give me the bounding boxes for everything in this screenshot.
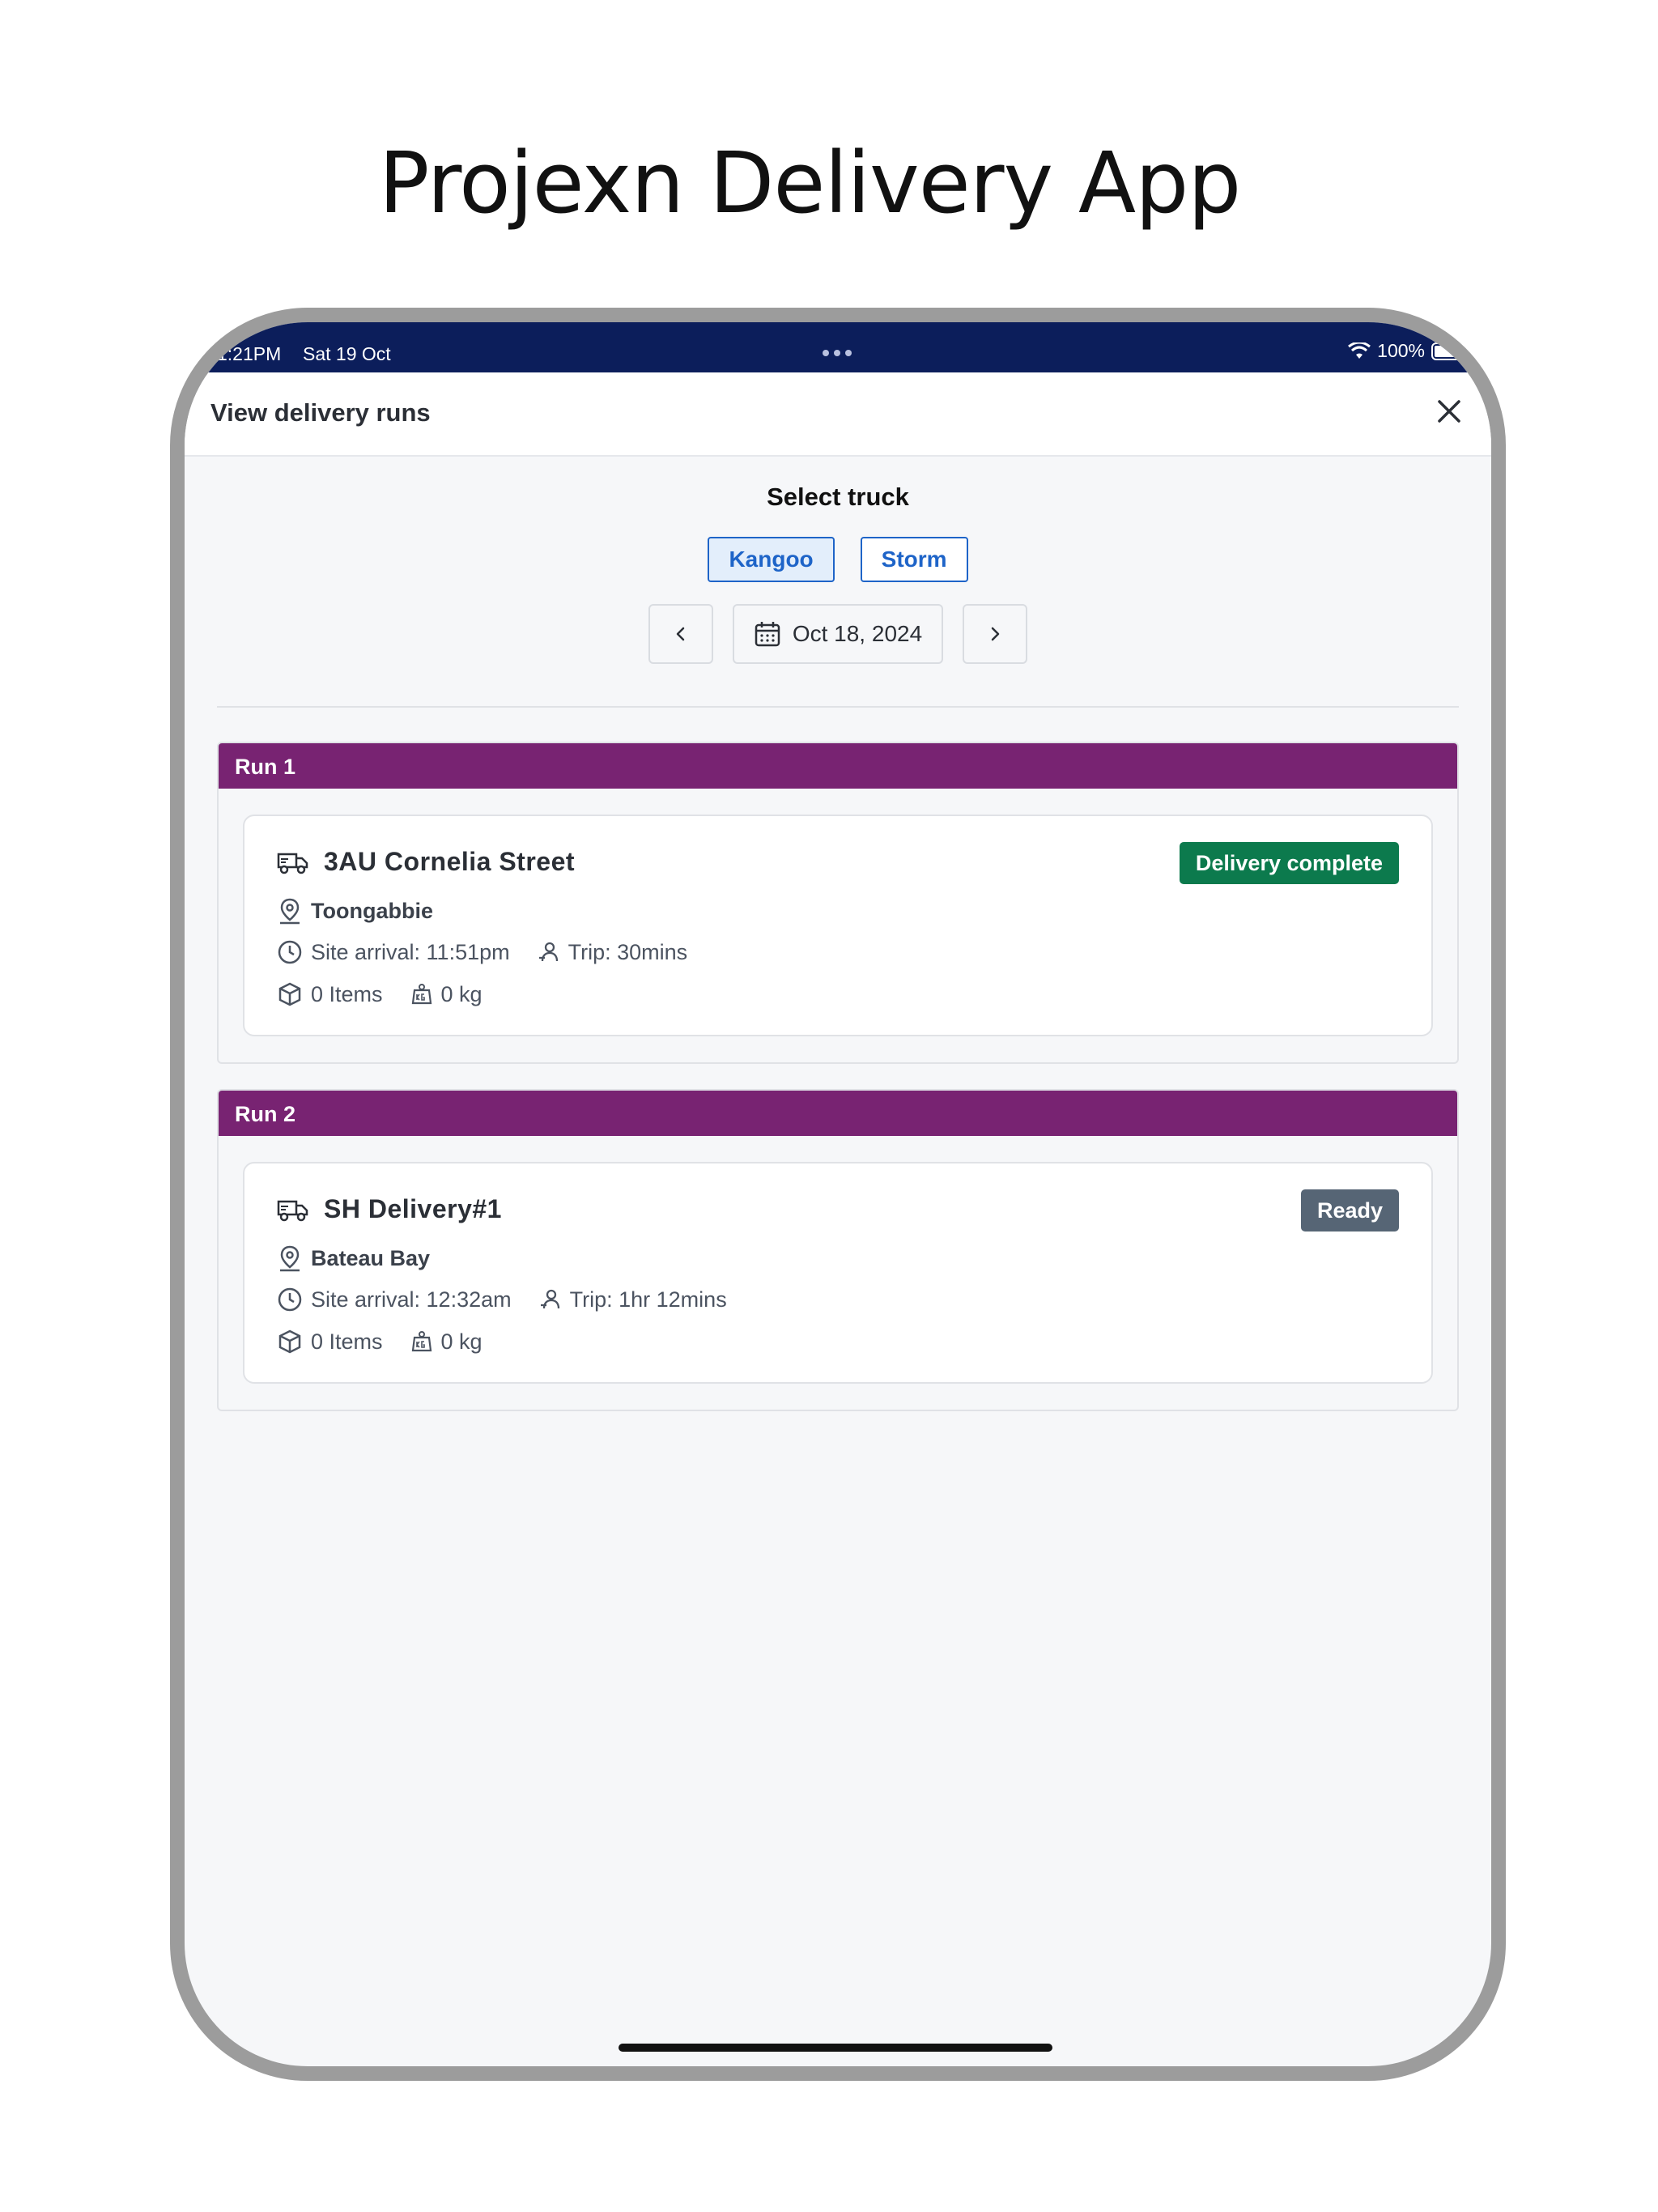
items-text: 0 Items [311, 981, 383, 1006]
weight-text: 0 kg [440, 981, 483, 1006]
tablet-frame: 1:21PM Sat 19 Oct 100% View delivery run… [170, 308, 1506, 2081]
divider [217, 706, 1459, 708]
run-header: Run 1 [219, 743, 1457, 789]
location-text: Toongabbie [311, 898, 433, 923]
load-row: 0 Items 0 kg [277, 981, 483, 1007]
screen: 1:21PM Sat 19 Oct 100% View delivery run… [185, 322, 1491, 2066]
status-right: 100% [1348, 340, 1472, 362]
weight-icon [410, 1330, 433, 1353]
home-indicator[interactable] [619, 2044, 1052, 2052]
multitask-dots-icon[interactable] [823, 350, 852, 356]
chevron-right-icon [991, 627, 1000, 641]
chevron-left-icon [676, 627, 685, 641]
timing-row: Site arrival: 11:51pm Trip: 30mins [277, 939, 687, 965]
clock-icon [277, 939, 303, 965]
trip-text: Trip: 1hr 12mins [569, 1287, 727, 1312]
trip-icon [539, 1288, 562, 1311]
status-badge: Ready [1300, 1189, 1399, 1231]
date-picker[interactable]: Oct 18, 2024 [733, 604, 943, 664]
status-date: Sat 19 Oct [303, 343, 391, 364]
truck-option-storm[interactable]: Storm [860, 537, 968, 582]
truck-selector: Kangoo Storm [185, 537, 1491, 582]
box-icon [277, 981, 303, 1007]
calendar-icon [755, 622, 780, 647]
wifi-icon [1348, 342, 1371, 360]
status-bar: 1:21PM Sat 19 Oct 100% [185, 322, 1491, 372]
timing-row: Site arrival: 12:32am Trip: 1hr 12mins [277, 1287, 727, 1312]
delivery-title-row: 3AU Cornelia Street [277, 847, 575, 877]
next-date-button[interactable] [963, 604, 1027, 664]
location-row: Bateau Bay [277, 1244, 430, 1272]
location-row: Toongabbie [277, 897, 433, 925]
clock-icon [277, 1287, 303, 1312]
weight-icon [410, 983, 433, 1006]
weight-text: 0 kg [440, 1329, 483, 1354]
site-arrival-text: Site arrival: 11:51pm [311, 939, 510, 964]
load-row: 0 Items 0 kg [277, 1329, 483, 1355]
battery-percent: 100% [1377, 340, 1425, 361]
location-text: Bateau Bay [311, 1245, 431, 1270]
run-header: Run 2 [219, 1091, 1457, 1136]
select-truck-label: Select truck [767, 483, 909, 511]
items-text: 0 Items [311, 1329, 383, 1354]
previous-date-button[interactable] [648, 604, 713, 664]
trip-text: Trip: 30mins [568, 939, 688, 964]
status-time: 1:21PM [217, 343, 282, 364]
location-pin-icon [277, 1244, 303, 1272]
delivery-name: SH Delivery#1 [324, 1194, 502, 1223]
delivery-card[interactable]: 3AU Cornelia Street Delivery complete To… [243, 815, 1433, 1036]
status-badge: Delivery complete [1179, 842, 1399, 884]
delivery-name: 3AU Cornelia Street [324, 847, 576, 876]
site-arrival-text: Site arrival: 12:32am [311, 1287, 512, 1312]
trip-icon [538, 941, 560, 963]
date-value: Oct 18, 2024 [792, 621, 923, 646]
battery-icon [1431, 342, 1472, 360]
date-navigator: Oct 18, 2024 [185, 604, 1491, 664]
modal-header: View delivery runs [185, 372, 1491, 457]
truck-icon [277, 1197, 309, 1223]
box-icon [277, 1329, 303, 1355]
close-button[interactable] [1433, 395, 1465, 428]
truck-icon [277, 849, 309, 875]
close-icon [1438, 400, 1460, 423]
page-title: Projexn Delivery App [378, 134, 1241, 232]
run-section: Run 1 3AU Cornelia Street Delivery compl… [217, 742, 1459, 1064]
run-section: Run 2 SH Delivery#1 Ready Bateau Bay Sit… [217, 1089, 1459, 1411]
header-title: View delivery runs [210, 398, 431, 427]
delivery-card[interactable]: SH Delivery#1 Ready Bateau Bay Site arri… [243, 1162, 1433, 1384]
delivery-title-row: SH Delivery#1 [277, 1194, 502, 1224]
location-pin-icon [277, 897, 303, 925]
truck-option-kangoo[interactable]: Kangoo [708, 537, 835, 582]
